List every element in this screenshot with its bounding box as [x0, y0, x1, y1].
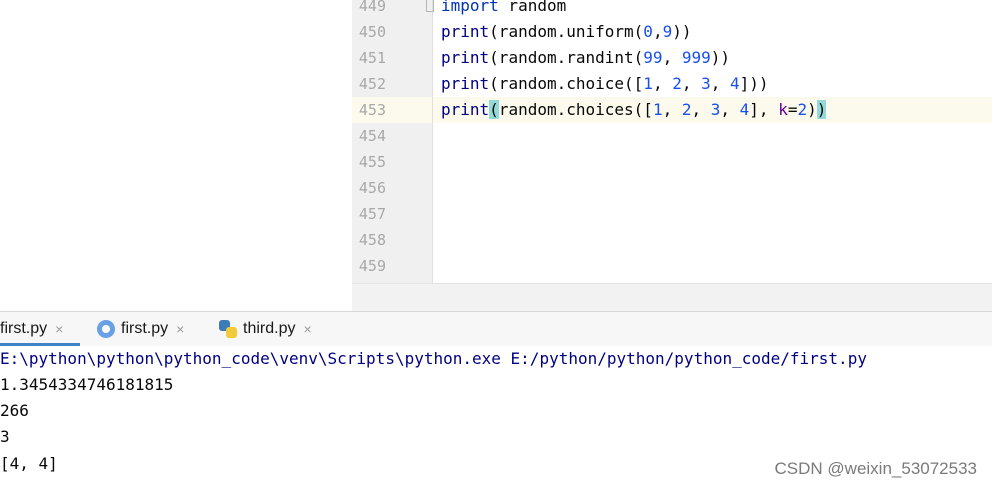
builtin-print: print	[441, 74, 490, 93]
code-text: ],	[749, 100, 779, 119]
code-line-randint[interactable]: print(random.randint(99, 999))	[441, 45, 730, 71]
code-text: ,	[662, 48, 682, 67]
number-literal: 9	[662, 22, 673, 41]
number-literal: 4	[739, 100, 750, 119]
console-output-line: [4, 4]	[0, 454, 58, 473]
number-literal: 0	[643, 22, 653, 41]
gear-icon	[97, 320, 115, 338]
console-output-line: 1.3454334746181815	[0, 375, 174, 394]
left-panel-blank	[0, 0, 352, 311]
code-text: ))	[710, 48, 730, 67]
keyword-argument: k	[778, 100, 788, 119]
console-command-line: E:\python\python\python_code\venv\Script…	[0, 349, 867, 368]
code-text: ,	[662, 100, 682, 119]
code-text: ,	[691, 100, 711, 119]
code-text: (random.uniform(	[489, 22, 644, 41]
code-text: )	[807, 100, 817, 119]
close-icon[interactable]: ×	[55, 321, 63, 337]
code-text: (random.randint(	[489, 48, 644, 67]
watermark-text: CSDN @weixin_53072533	[774, 459, 977, 478]
code-text: random.choices([	[498, 100, 653, 119]
keyword-import: import	[441, 0, 499, 15]
line-number: 452	[358, 75, 386, 93]
tab-first-py-active[interactable]: first.py ×	[0, 312, 63, 346]
code-text: ,	[720, 100, 740, 119]
code-text: ]))	[739, 74, 769, 93]
code-line-choice[interactable]: print(random.choice([1, 2, 3, 4]))	[441, 71, 769, 97]
python-icon	[219, 320, 237, 338]
code-text: (random.choice([	[489, 74, 644, 93]
line-number: 457	[358, 205, 386, 223]
code-text: ,	[681, 74, 702, 93]
number-literal: 1	[652, 100, 663, 119]
code-text: ,	[652, 74, 673, 93]
tab-label: first.py	[121, 320, 169, 337]
console-output-line: 266	[0, 401, 29, 420]
code-line-uniform[interactable]: print(random.uniform(0,9))	[441, 19, 691, 45]
tab-label: first.py	[0, 320, 48, 337]
number-literal: 2	[672, 74, 682, 93]
close-icon[interactable]: ×	[303, 321, 311, 337]
editor-breadcrumb-bar	[352, 283, 992, 312]
run-tabs-bar: first.py × first.py × third.py ×	[0, 311, 992, 347]
tab-third-py[interactable]: third.py ×	[219, 312, 312, 346]
number-literal: 2	[797, 100, 808, 119]
tab-label: third.py	[243, 320, 296, 337]
builtin-print: print	[441, 100, 490, 119]
code-text: ,	[652, 22, 663, 41]
line-number: 454	[358, 127, 386, 145]
code-text: ,	[710, 74, 731, 93]
code-text: ))	[672, 22, 692, 41]
fold-marker-icon[interactable]	[426, 0, 434, 12]
matched-brace-open: (	[489, 100, 499, 119]
tab-first-py-config[interactable]: first.py ×	[97, 312, 184, 346]
line-number: 451	[358, 49, 386, 67]
line-number: 458	[358, 231, 386, 249]
code-editor[interactable]: 449 450 451 452 453 454 455 456 457 458 …	[352, 0, 992, 283]
number-literal: 999	[681, 48, 711, 67]
code-line-import[interactable]: import random	[441, 0, 566, 19]
builtin-print: print	[441, 48, 490, 67]
number-literal: 1	[643, 74, 653, 93]
builtin-print: print	[441, 22, 490, 41]
number-literal: 4	[730, 74, 740, 93]
line-number: 455	[358, 153, 386, 171]
line-number: 449	[358, 0, 386, 15]
matched-brace-close: )	[816, 100, 827, 119]
line-number: 453	[358, 101, 386, 119]
number-literal: 3	[710, 100, 721, 119]
gutter-divider	[432, 0, 433, 283]
line-number: 459	[358, 257, 386, 275]
number-literal: 99	[643, 48, 663, 67]
code-text: random	[498, 0, 567, 15]
console-output-line: 3	[0, 427, 10, 446]
line-number: 450	[358, 23, 386, 41]
line-number: 456	[358, 179, 386, 197]
close-icon[interactable]: ×	[176, 321, 184, 337]
code-line-choices[interactable]: print(random.choices([1, 2, 3, 4], k=2))	[441, 97, 827, 123]
number-literal: 3	[701, 74, 711, 93]
